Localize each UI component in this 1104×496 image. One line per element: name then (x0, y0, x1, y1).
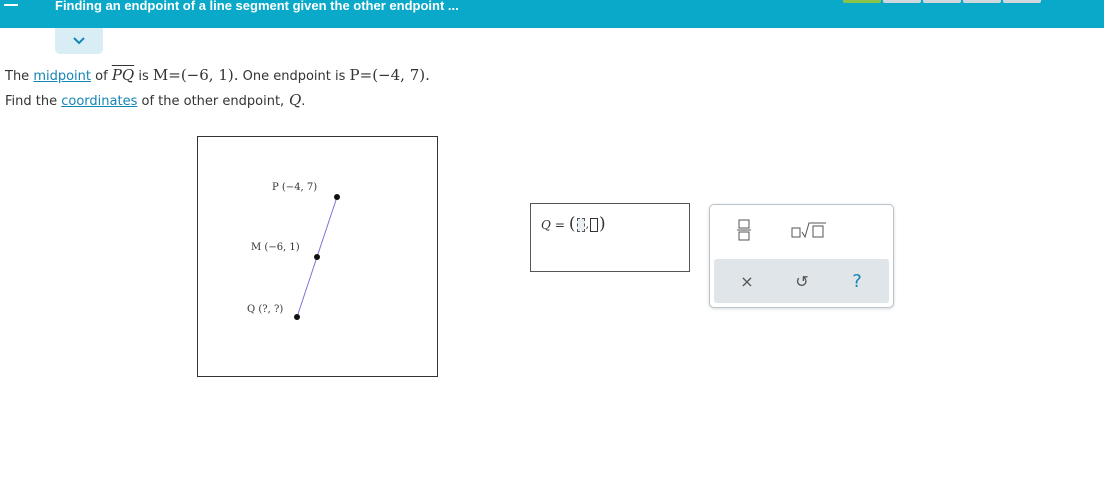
help-button[interactable]: ? (832, 259, 882, 303)
label-p: P (−4, 7) (272, 182, 317, 193)
clear-icon: × (740, 271, 754, 291)
text: One endpoint is (242, 69, 346, 84)
segment-diagram: P (−4, 7) M (−6, 1) Q (?, ?) (197, 136, 438, 377)
progress-segment (1003, 0, 1041, 3)
question-line-2: Find the coordinates of the other endpoi… (5, 87, 430, 115)
label-m: M (−6, 1) (251, 242, 300, 253)
menu-icon[interactable] (4, 4, 18, 6)
page-title: Finding an endpoint of a line segment gi… (55, 0, 459, 13)
palette-actions: × ↺ ? (714, 259, 889, 303)
question-line-1: The midpoint of PQ is M=(−6, 1). One end… (5, 62, 430, 90)
question-text: The midpoint of PQ is M=(−6, 1). One end… (5, 62, 430, 115)
label-q: Q (?, ?) (247, 304, 283, 315)
text: Find the (5, 94, 58, 109)
progress-indicator (843, 0, 1041, 3)
fraction-button[interactable] (726, 215, 762, 245)
coordinates-link[interactable]: coordinates (61, 94, 137, 109)
answer-input-box[interactable]: Q = ( , ) (530, 203, 690, 272)
point-m (314, 254, 320, 260)
diagram-canvas: P (−4, 7) M (−6, 1) Q (?, ?) (247, 182, 340, 320)
undo-button[interactable]: ↺ (777, 259, 827, 303)
open-paren: ( (568, 214, 576, 234)
undo-icon: ↺ (795, 271, 809, 291)
midpoint-link[interactable]: midpoint (33, 69, 91, 84)
header-bar: Finding an endpoint of a line segment gi… (0, 0, 1104, 28)
text: is (138, 69, 149, 84)
expand-button[interactable] (55, 28, 103, 54)
text: of (95, 69, 108, 84)
x-coordinate-input[interactable] (576, 217, 585, 232)
progress-segment (843, 0, 881, 3)
equals-sign: = (554, 217, 565, 232)
point-q (294, 314, 300, 320)
q-variable: Q (288, 91, 302, 109)
comma: , (585, 218, 590, 231)
text: The (5, 69, 30, 84)
y-coordinate-input[interactable] (590, 217, 599, 232)
progress-segment (883, 0, 921, 3)
help-icon: ? (852, 270, 862, 292)
endpoint-p-expression: P=(−4, 7). (349, 66, 430, 84)
close-paren: ) (599, 214, 606, 234)
progress-segment (923, 0, 961, 3)
nth-root-icon (791, 222, 826, 238)
midpoint-expression: M=(−6, 1). (152, 66, 239, 84)
answer-variable: Q (541, 217, 551, 232)
answer-expression: Q = ( , ) (541, 216, 606, 233)
clear-button[interactable]: × (722, 259, 772, 303)
point-p (334, 194, 340, 200)
segment-pq: PQ (111, 66, 135, 84)
chevron-down-icon (73, 37, 85, 45)
progress-segment (963, 0, 1001, 3)
math-palette: × ↺ ? (709, 204, 894, 308)
text: of the other endpoint, (141, 94, 285, 109)
nth-root-button[interactable] (784, 215, 834, 245)
fraction-icon (737, 219, 751, 241)
text: . (301, 94, 306, 109)
